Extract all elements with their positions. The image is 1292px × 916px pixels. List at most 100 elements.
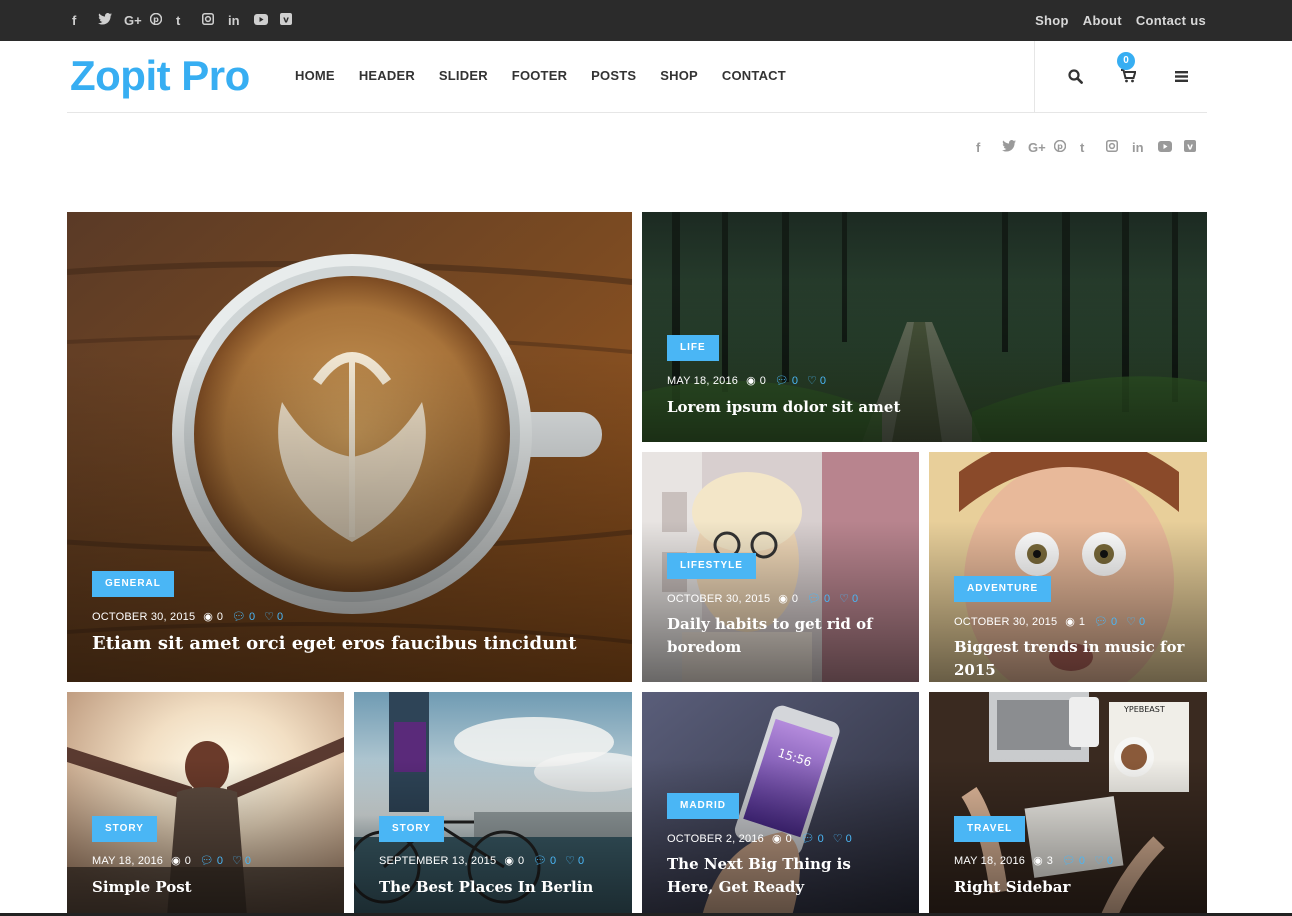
comment-icon[interactable]: 💬︎ (807, 592, 821, 605)
heart-icon[interactable]: ♡ (1094, 854, 1104, 867)
comment-count[interactable]: 0 (249, 611, 255, 623)
heart-icon[interactable]: ♡ (1126, 615, 1136, 628)
main-nav: HOME HEADER SLIDER FOOTER POSTS SHOP CON… (295, 68, 810, 83)
google-plus-icon[interactable]: G+ (124, 12, 150, 30)
nav-shop[interactable]: SHOP (660, 68, 698, 83)
comment-count[interactable]: 0 (217, 855, 223, 867)
category-badge[interactable]: MADRID (667, 793, 739, 819)
comment-count[interactable]: 0 (1111, 616, 1117, 628)
instagram-icon[interactable] (202, 12, 228, 30)
comment-icon[interactable]: 💬︎ (533, 854, 547, 867)
comment-icon[interactable]: 💬︎ (1094, 615, 1108, 628)
like-count[interactable]: 0 (245, 855, 251, 867)
heart-icon[interactable]: ♡ (807, 374, 817, 387)
post-card[interactable]: LIFESTYLE OCTOBER 30, 2015 ◉ 0 💬︎ 0 ♡ 0 … (642, 452, 919, 682)
youtube-icon[interactable] (1158, 139, 1184, 157)
like-count[interactable]: 0 (846, 833, 852, 845)
post-card-featured[interactable]: GENERAL OCTOBER 30, 2015 ◉ 0 💬︎ 0 ♡ 0 Et… (67, 212, 632, 682)
nav-home[interactable]: HOME (295, 68, 335, 83)
post-title[interactable]: The Best Places In Berlin (379, 876, 619, 899)
post-card[interactable]: STORY MAY 18, 2016 ◉ 0 💬︎ 0 ♡ 0 Simple P… (67, 692, 344, 916)
view-count: 0 (517, 854, 525, 867)
nav-posts[interactable]: POSTS (591, 68, 636, 83)
comment-count[interactable]: 0 (824, 593, 830, 605)
post-date: MAY 18, 2016 (667, 374, 739, 387)
nav-contact[interactable]: CONTACT (722, 68, 786, 83)
like-count[interactable]: 0 (277, 611, 283, 623)
category-badge[interactable]: STORY (379, 816, 444, 842)
post-card[interactable]: YPEBEAST TRAVEL MAY 18, 2016 ◉ 3 💬︎ 0 ♡ … (929, 692, 1207, 916)
twitter-icon[interactable] (98, 12, 124, 30)
youtube-icon[interactable] (254, 12, 280, 30)
post-title[interactable]: Right Sidebar (954, 876, 1194, 899)
post-title[interactable]: Lorem ipsum dolor sit amet (667, 396, 1187, 419)
like-count[interactable]: 0 (578, 855, 584, 867)
eye-icon: ◉ (778, 593, 788, 605)
comment-icon[interactable]: 💬︎ (232, 610, 246, 623)
post-title[interactable]: Simple Post (92, 876, 332, 899)
pinterest-icon[interactable]: p (149, 12, 176, 30)
comment-icon[interactable]: 💬︎ (801, 832, 815, 845)
heart-icon[interactable]: ♡ (839, 592, 849, 605)
facebook-icon[interactable]: f (72, 12, 98, 30)
post-date: MAY 18, 2016 (92, 854, 164, 867)
category-badge[interactable]: LIFE (667, 335, 719, 361)
comment-icon[interactable]: 💬︎ (775, 374, 789, 387)
like-count[interactable]: 0 (1107, 855, 1113, 867)
nav-slider[interactable]: SLIDER (439, 68, 488, 83)
like-count[interactable]: 0 (852, 593, 858, 605)
nav-header[interactable]: HEADER (359, 68, 415, 83)
eye-icon: ◉ (746, 375, 756, 387)
site-logo[interactable]: Zopit Pro (70, 52, 250, 100)
post-title[interactable]: Biggest trends in music for 2015 (954, 636, 1194, 682)
category-badge[interactable]: ADVENTURE (954, 576, 1052, 602)
top-link-contact[interactable]: Contact us (1136, 13, 1206, 28)
facebook-icon[interactable]: f (976, 139, 1002, 157)
pinterest-icon[interactable]: p (1053, 139, 1080, 157)
heart-icon[interactable]: ♡ (264, 610, 274, 623)
comment-count[interactable]: 0 (1079, 855, 1085, 867)
comment-count[interactable]: 0 (792, 375, 798, 387)
post-title[interactable]: Daily habits to get rid of boredom (667, 613, 897, 659)
like-count[interactable]: 0 (1139, 616, 1145, 628)
view-count: 0 (216, 610, 224, 623)
tumblr-icon[interactable]: t (176, 12, 202, 30)
header-divider (1034, 41, 1035, 112)
menu-icon[interactable] (1166, 61, 1196, 91)
top-link-about[interactable]: About (1083, 13, 1122, 28)
comment-count[interactable]: 0 (550, 855, 556, 867)
linkedin-icon[interactable]: in (228, 12, 254, 30)
post-meta: OCTOBER 30, 2015 ◉ 0 💬︎ 0 ♡ 0 (92, 610, 292, 624)
instagram-icon[interactable] (1106, 139, 1132, 157)
category-badge[interactable]: TRAVEL (954, 816, 1026, 842)
post-title[interactable]: Etiam sit amet orci eget eros faucibus t… (92, 632, 612, 655)
vimeo-icon[interactable]: v (280, 12, 306, 30)
category-badge[interactable]: LIFESTYLE (667, 553, 756, 579)
post-date: OCTOBER 30, 2015 (667, 592, 771, 605)
top-link-shop[interactable]: Shop (1035, 13, 1069, 28)
category-badge[interactable]: GENERAL (92, 571, 174, 597)
post-card[interactable]: STORY SEPTEMBER 13, 2015 ◉ 0 💬︎ 0 ♡ 0 Th… (354, 692, 632, 916)
comment-icon[interactable]: 💬︎ (1062, 854, 1076, 867)
post-card[interactable]: ADVENTURE OCTOBER 30, 2015 ◉ 1 💬︎ 0 ♡ 0 … (929, 452, 1207, 682)
comment-icon[interactable]: 💬︎ (200, 854, 214, 867)
tumblr-icon[interactable]: t (1080, 139, 1106, 157)
google-plus-icon[interactable]: G+ (1028, 139, 1054, 157)
post-card[interactable]: LIFE MAY 18, 2016 ◉ 0 💬︎ 0 ♡ 0 Lorem ips… (642, 212, 1207, 442)
twitter-icon[interactable] (1002, 139, 1028, 157)
post-card[interactable]: 15:56 MADRID OCTOBER 2, 2016 ◉ 0 💬︎ 0 ♡ … (642, 692, 919, 916)
like-count[interactable]: 0 (820, 375, 826, 387)
category-badge[interactable]: STORY (92, 816, 157, 842)
search-icon[interactable] (1060, 61, 1090, 91)
heart-icon[interactable]: ♡ (565, 854, 575, 867)
post-date: OCTOBER 30, 2015 (954, 615, 1058, 628)
post-meta: OCTOBER 30, 2015 ◉ 1 💬︎ 0 ♡ 0 (954, 615, 1154, 629)
linkedin-icon[interactable]: in (1132, 139, 1158, 157)
heart-icon[interactable]: ♡ (833, 832, 843, 845)
comment-count[interactable]: 0 (818, 833, 824, 845)
vimeo-icon[interactable]: v (1184, 139, 1210, 157)
nav-footer[interactable]: FOOTER (512, 68, 567, 83)
post-title[interactable]: The Next Big Thing is Here, Get Ready (667, 853, 902, 899)
heart-icon[interactable]: ♡ (232, 854, 242, 867)
top-bar: f G+ p t in v Shop About Contact us (0, 0, 1292, 41)
